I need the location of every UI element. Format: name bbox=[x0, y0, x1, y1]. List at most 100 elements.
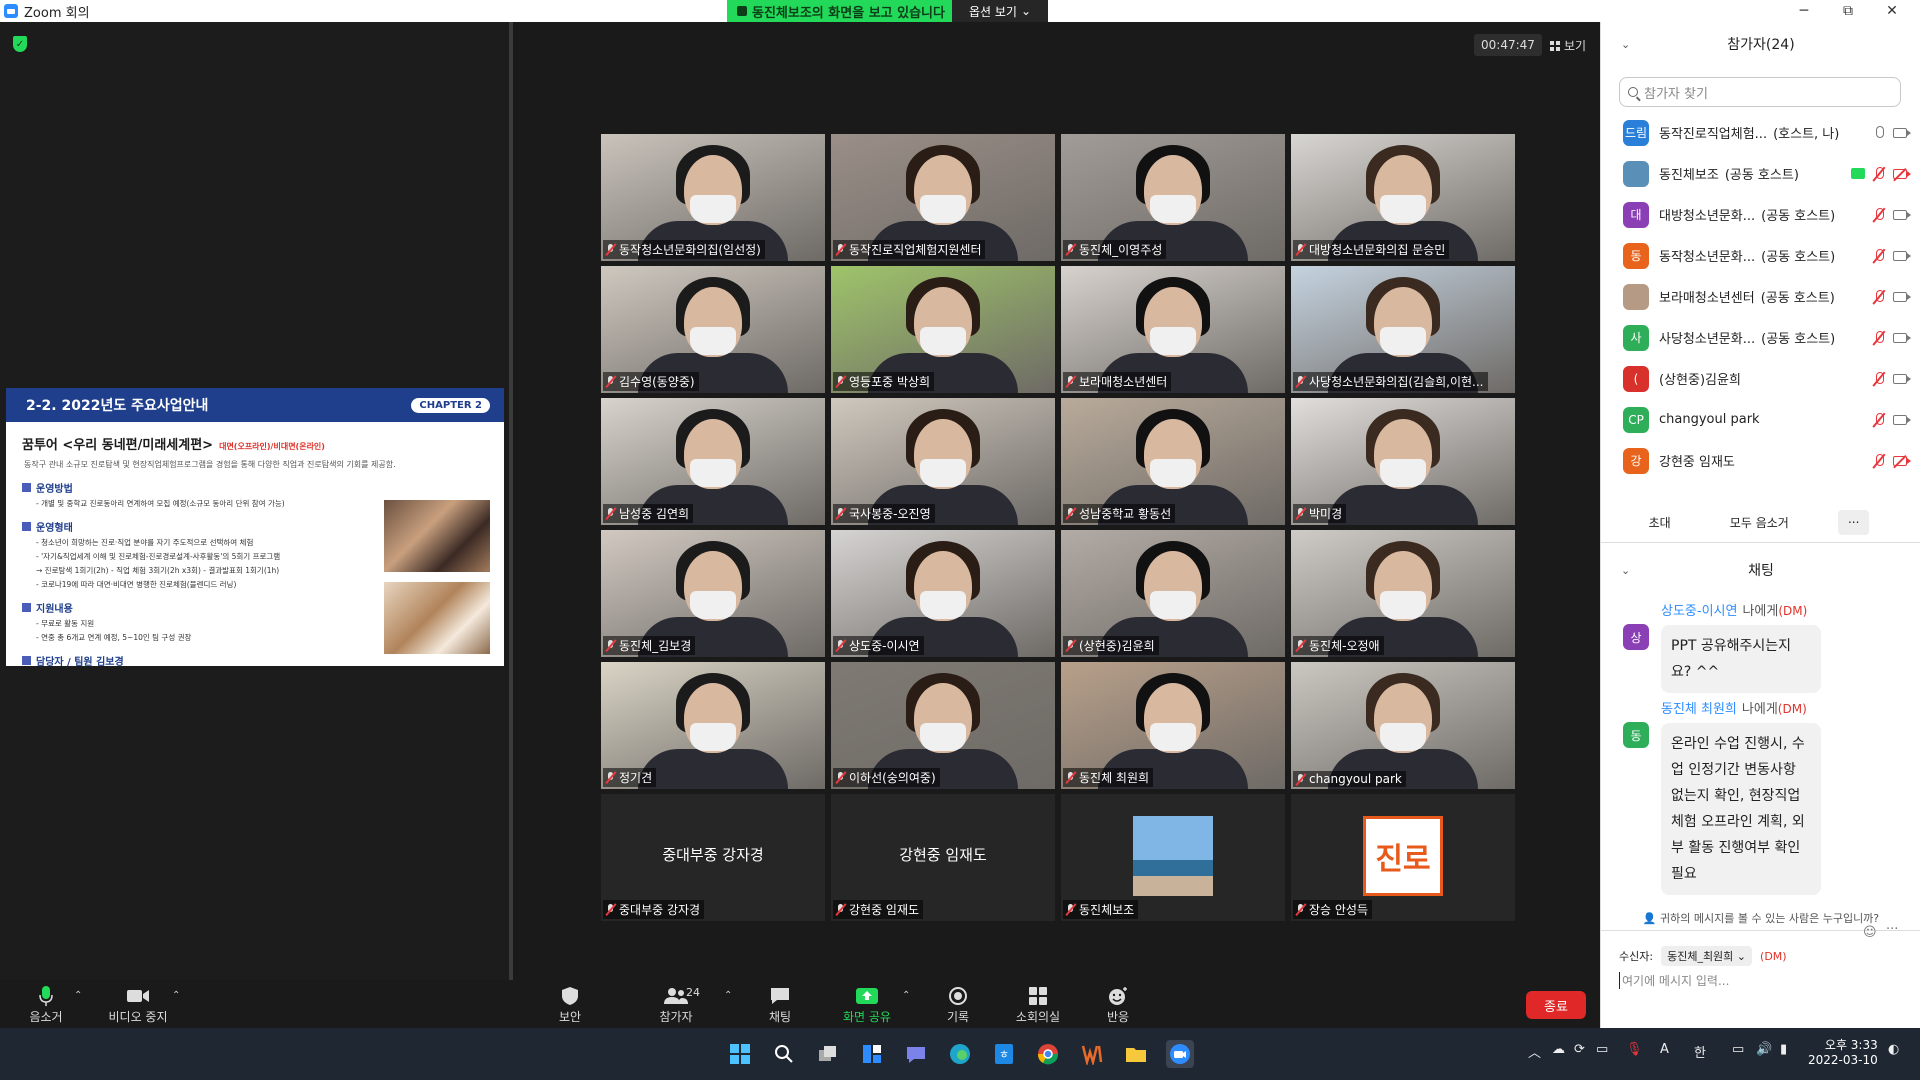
participant-row[interactable]: 사 사당청소년문화... (공동 호스트) bbox=[1601, 317, 1911, 358]
participant-video-tile[interactable]: 진로 장승 안성득 bbox=[1291, 794, 1515, 921]
chat-message-input[interactable]: 여기에 메시지 입력... bbox=[1619, 972, 1729, 989]
display-icon[interactable]: ▭ bbox=[1596, 1042, 1608, 1057]
windows-start-icon[interactable] bbox=[726, 1040, 754, 1068]
participant-row[interactable]: 강 강현중 임재도 bbox=[1601, 440, 1911, 481]
participant-video-tile[interactable]: 동진체_이영주성 bbox=[1061, 134, 1285, 261]
participant-video-tile[interactable]: 동진체_김보경 bbox=[601, 530, 825, 657]
participants-options-caret[interactable]: ⌃ bbox=[724, 990, 732, 1001]
sync-icon[interactable]: ⟳ bbox=[1574, 1042, 1585, 1057]
breakout-rooms-button[interactable]: 소회의실 bbox=[1002, 984, 1074, 1025]
participant-video-tile[interactable]: 강현중 임재도 강현중 임재도 bbox=[831, 794, 1055, 921]
recipient-select[interactable]: 동진체_최원희 ⌄ bbox=[1661, 946, 1753, 966]
participant-role: (공동 호스트) bbox=[1761, 209, 1836, 224]
file-explorer-icon[interactable] bbox=[1122, 1040, 1150, 1068]
end-meeting-button[interactable]: 종료 bbox=[1526, 991, 1586, 1019]
invite-button[interactable]: 초대 bbox=[1639, 510, 1681, 535]
participant-name: 동작청소년문화의집(임선정) bbox=[619, 243, 761, 257]
participant-row[interactable]: ((상현중)김윤희 bbox=[1601, 358, 1911, 399]
share-screen-button[interactable]: 화면 공유 bbox=[831, 984, 903, 1025]
mute-all-button[interactable]: 모두 음소거 bbox=[1720, 510, 1799, 535]
view-options-button[interactable]: 옵션 보기 ⌄ bbox=[952, 0, 1048, 22]
video-icon bbox=[1893, 332, 1911, 343]
network-icon[interactable]: ▭ bbox=[1732, 1042, 1744, 1057]
gallery-view-button[interactable]: 보기 bbox=[1544, 33, 1592, 58]
language-indicator[interactable]: 한 bbox=[1694, 1042, 1706, 1061]
participant-row[interactable]: 동진체보조 (공동 호스트) bbox=[1601, 153, 1911, 194]
notifications-icon[interactable]: ◐ bbox=[1888, 1042, 1899, 1057]
search-icon[interactable] bbox=[770, 1040, 798, 1068]
participant-search-placeholder: 참가자 찾기 bbox=[1644, 86, 1708, 102]
participant-video-tile[interactable]: 동작청소년문화의집(임선정) bbox=[601, 134, 825, 261]
participant-video-tile[interactable]: 영등포중 박상희 bbox=[831, 266, 1055, 393]
participant-video-tile[interactable]: (상현중)김윤희 bbox=[1061, 530, 1285, 657]
battery-icon[interactable]: ▮ bbox=[1780, 1042, 1787, 1057]
more-options-button[interactable]: ... bbox=[1837, 510, 1870, 535]
ime-mode-indicator[interactable]: A bbox=[1660, 1042, 1669, 1057]
audio-options-caret[interactable]: ⌃ bbox=[74, 990, 82, 1001]
system-clock[interactable]: 오후 3:33 2022-03-10 bbox=[1808, 1038, 1878, 1068]
teams-chat-icon[interactable] bbox=[902, 1040, 930, 1068]
participant-video-tile[interactable]: 동작진로직업체험지원센터 bbox=[831, 134, 1055, 261]
participant-video-tile[interactable]: 남성중 김연희 bbox=[601, 398, 825, 525]
participant-video-tile[interactable]: 보라매청소년센터 bbox=[1061, 266, 1285, 393]
chat-sender[interactable]: 동진체 최원희 bbox=[1661, 702, 1737, 717]
app-icon[interactable] bbox=[1078, 1040, 1106, 1068]
who-can-see-link[interactable]: 👤 귀하의 메시지를 볼 수 있는 사람은 누구입니까? bbox=[1621, 910, 1901, 926]
avatar: 동 bbox=[1623, 242, 1649, 269]
collapse-participants-chevron-icon[interactable]: ⌄ bbox=[1621, 38, 1630, 51]
chat-sender[interactable]: 상도중-이시연 bbox=[1661, 604, 1737, 619]
task-view-icon[interactable] bbox=[814, 1040, 842, 1068]
participant-video-tile[interactable]: 국사봉중-오진영 bbox=[831, 398, 1055, 525]
participant-video-tile[interactable]: 동진체-오정애 bbox=[1291, 530, 1515, 657]
security-shield-icon[interactable] bbox=[13, 36, 27, 52]
participant-video-tile[interactable]: 동진체보조 bbox=[1061, 794, 1285, 921]
participant-search-input[interactable]: 참가자 찾기 bbox=[1619, 77, 1901, 107]
microphone-in-use-icon[interactable]: 🎙 bbox=[1626, 1042, 1643, 1057]
stop-video-button[interactable]: 비디오 중지 bbox=[102, 984, 174, 1025]
participant-video-tile[interactable]: 상도중-이시연 bbox=[831, 530, 1055, 657]
zoom-taskbar-icon[interactable] bbox=[1166, 1040, 1194, 1068]
participant-row[interactable]: CP changyoul park bbox=[1601, 399, 1911, 440]
share-options-caret[interactable]: ⌃ bbox=[902, 990, 910, 1001]
participant-video-tile[interactable]: 이하선(숭의여중) bbox=[831, 662, 1055, 789]
collapse-chat-chevron-icon[interactable]: ⌄ bbox=[1621, 564, 1630, 577]
minimize-button[interactable]: ─ bbox=[1782, 0, 1826, 22]
participant-row[interactable]: 드림 동작진로직업체험... (호스트, 나) bbox=[1601, 112, 1911, 153]
close-window-button[interactable]: ✕ bbox=[1870, 0, 1914, 22]
participants-button[interactable]: 24 참가자 bbox=[640, 984, 712, 1025]
participant-video-tile[interactable]: 성남중학교 황동선 bbox=[1061, 398, 1285, 525]
participant-row[interactable]: 대 대방청소년문화... (공동 호스트) bbox=[1601, 194, 1911, 235]
participant-video-tile[interactable]: changyoul park bbox=[1291, 662, 1515, 789]
mute-button[interactable]: 음소거 bbox=[10, 984, 82, 1025]
video-options-caret[interactable]: ⌃ bbox=[172, 990, 180, 1001]
participant-video-tile[interactable]: 사당청소년문화의집(김슬희,이현... bbox=[1291, 266, 1515, 393]
participant-video-tile[interactable]: 정기견 bbox=[601, 662, 825, 789]
face-mask bbox=[920, 722, 966, 751]
reactions-button[interactable]: 반응 bbox=[1082, 984, 1154, 1025]
chat-button[interactable]: 채팅 bbox=[744, 984, 816, 1025]
participant-video-tile[interactable]: 김수영(동양중) bbox=[601, 266, 825, 393]
edge-icon[interactable] bbox=[946, 1040, 974, 1068]
widgets-icon[interactable] bbox=[858, 1040, 886, 1068]
participant-video-tile[interactable]: 중대부중 강자경 중대부중 강자경 bbox=[601, 794, 825, 921]
chat-more-icon[interactable]: ··· bbox=[1886, 922, 1898, 937]
record-button[interactable]: 기록 bbox=[922, 984, 994, 1025]
volume-icon[interactable]: 🔊 bbox=[1756, 1042, 1772, 1057]
gallery-view-label: 보기 bbox=[1564, 39, 1587, 53]
slide-section-line: - 코로나19에 따라 대면·비대면 병행한 진로체험(블렌디드 러닝) bbox=[36, 580, 237, 589]
participant-name-label: 영등포중 박상희 bbox=[833, 372, 935, 391]
tray-chevron-up-icon[interactable]: ︿ bbox=[1528, 1042, 1541, 1061]
face-mask bbox=[1380, 194, 1426, 223]
onedrive-icon[interactable]: ☁ bbox=[1552, 1042, 1565, 1057]
participant-video-tile[interactable]: 대방청소년문화의집 문승민 bbox=[1291, 134, 1515, 261]
security-button[interactable]: 보안 bbox=[534, 984, 606, 1025]
chrome-icon[interactable] bbox=[1034, 1040, 1062, 1068]
participant-video-tile[interactable]: 박미경 bbox=[1291, 398, 1515, 525]
maximize-button[interactable]: ⧉ bbox=[1826, 0, 1870, 22]
participant-video-tile[interactable]: 동진체 최원희 bbox=[1061, 662, 1285, 789]
participant-row[interactable]: 보라매청소년센터 (공동 호스트) bbox=[1601, 276, 1911, 317]
participant-row[interactable]: 동 동작청소년문화... (공동 호스트) bbox=[1601, 235, 1911, 276]
emoji-icon[interactable]: ☺ bbox=[1863, 925, 1877, 940]
muted-mic-icon bbox=[1873, 453, 1885, 468]
hancom-icon[interactable]: ㅎ bbox=[990, 1040, 1018, 1068]
